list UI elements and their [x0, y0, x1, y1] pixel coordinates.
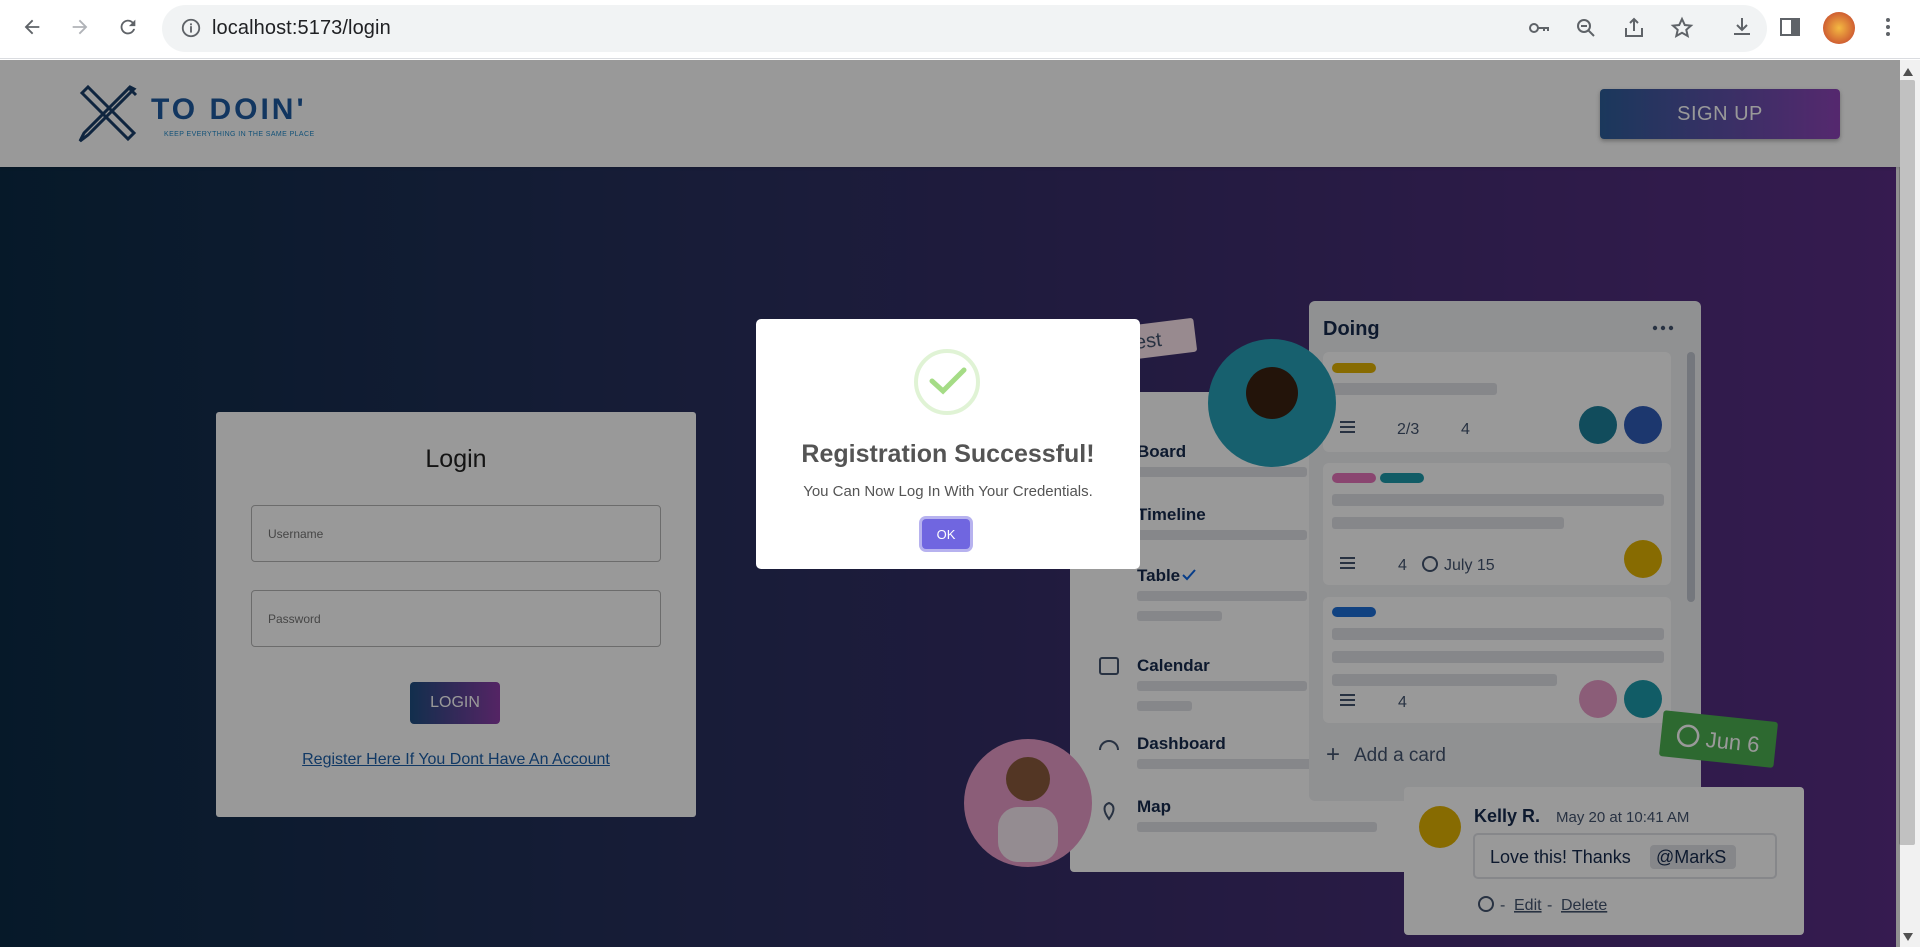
checkmark-icon	[929, 367, 967, 395]
menu-dots-icon[interactable]	[1876, 15, 1900, 39]
reload-button[interactable]	[108, 12, 148, 42]
dialog-message: You Can Now Log In With Your Credentials…	[803, 483, 1093, 500]
download-icon[interactable]	[1730, 15, 1754, 39]
key-icon[interactable]	[1527, 16, 1551, 40]
success-dialog: Registration Successful! You Can Now Log…	[756, 319, 1140, 569]
arrow-left-icon	[24, 19, 40, 35]
side-panel-icon[interactable]	[1778, 15, 1802, 39]
scroll-down-icon[interactable]	[1903, 933, 1913, 941]
scroll-up-icon[interactable]	[1903, 68, 1913, 76]
dialog-title: Registration Successful!	[801, 440, 1095, 468]
zoom-out-icon[interactable]	[1574, 16, 1598, 40]
profile-avatar[interactable]	[1823, 12, 1855, 44]
forward-button[interactable]	[60, 12, 100, 42]
info-icon[interactable]	[180, 17, 202, 39]
browser-toolbar: localhost:5173/login	[0, 0, 1920, 59]
scrollbar-thumb[interactable]	[1899, 80, 1915, 845]
share-icon[interactable]	[1622, 16, 1646, 40]
star-icon[interactable]	[1670, 16, 1694, 40]
back-button[interactable]	[12, 12, 52, 42]
arrow-right-icon	[72, 19, 88, 35]
address-bar[interactable]: localhost:5173/login	[162, 5, 1767, 52]
url-text[interactable]: localhost:5173/login	[212, 17, 391, 40]
reload-icon	[120, 19, 136, 35]
ok-button[interactable]: OK	[922, 519, 970, 549]
